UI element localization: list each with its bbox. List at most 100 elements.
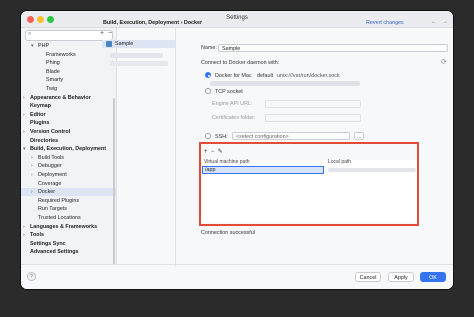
docker-list-item[interactable]: Sample (102, 40, 175, 48)
sidebar-item-label: Editor (30, 111, 46, 118)
add-docker-button[interactable]: + (100, 30, 104, 37)
blurred-list-item (110, 61, 168, 66)
remove-mapping-button[interactable]: − (211, 149, 215, 155)
sidebar-item[interactable]: › Languages & Frameworks (21, 223, 116, 231)
sidebar-item-label: Frameworks (46, 51, 76, 58)
pane-divider[interactable] (175, 28, 176, 266)
docker-for-mac-radio[interactable] (205, 72, 211, 78)
vm-path-column-header[interactable]: Virtual machine path (204, 159, 250, 165)
breadcrumb: Build, Execution, Deployment › Docker (103, 20, 202, 26)
blurred-list-item (110, 53, 163, 58)
refresh-icon[interactable]: ⟳ (441, 58, 447, 66)
sidebar-item-label: Trusted Locations (38, 215, 81, 221)
sidebar-item[interactable]: Settings Sync (21, 240, 116, 248)
cancel-button[interactable]: Cancel (355, 272, 381, 282)
chevron-right-icon[interactable]: › (23, 94, 29, 102)
sidebar-item-label: Debugger (38, 163, 62, 170)
edit-mapping-icon[interactable]: ✎ (218, 149, 223, 155)
sidebar-item[interactable]: Frameworks (21, 51, 116, 59)
sidebar-item-label: Advanced Settings (30, 249, 79, 256)
sidebar-item-label: Deployment (38, 172, 67, 178)
chevron-right-icon[interactable]: › (31, 154, 37, 162)
chevron-right-icon[interactable]: › (31, 162, 37, 170)
back-arrow-icon[interactable]: ← (431, 19, 437, 25)
sidebar-item[interactable]: Run Targets (21, 205, 116, 213)
sidebar-item[interactable]: Twig (21, 85, 116, 93)
certificates-folder-field (265, 114, 361, 122)
tcp-socket-label: TCP socket (215, 89, 243, 95)
sidebar-item[interactable]: Required Plugins (21, 197, 116, 205)
chevron-right-icon[interactable]: › (23, 231, 29, 239)
remove-docker-button[interactable]: − (108, 30, 112, 37)
chevron-right-icon[interactable]: › (31, 171, 37, 179)
help-button[interactable]: ? (27, 272, 36, 281)
sidebar-item[interactable]: › Deployment (21, 171, 116, 179)
docker-icon (106, 41, 112, 47)
sidebar-item-label: Keymap (30, 103, 51, 110)
sidebar-item-label: Twig (46, 86, 58, 92)
sidebar-item[interactable]: › Version Control (21, 128, 116, 136)
sidebar-item-label: Coverage (38, 180, 62, 187)
breadcrumb-separator: › (180, 20, 183, 26)
local-path-cell[interactable] (328, 168, 416, 172)
sidebar-item[interactable]: › Tools (21, 231, 116, 239)
add-mapping-button[interactable]: + (204, 149, 208, 155)
sidebar-item[interactable]: Smarty (21, 76, 116, 84)
sidebar-item[interactable]: Keymap (21, 102, 116, 110)
sidebar-scrollbar[interactable] (113, 98, 115, 265)
ssh-radio[interactable] (205, 133, 211, 139)
sidebar-item[interactable]: Phing (21, 59, 116, 67)
ssh-label: SSH: (215, 134, 228, 140)
chevron-right-icon[interactable]: › (23, 223, 29, 231)
local-path-column-header[interactable]: Local path (328, 159, 351, 165)
sidebar-item[interactable]: Trusted Locations (21, 214, 116, 222)
search-icon: ⌕ (28, 31, 32, 37)
chevron-down-icon[interactable]: ▾ (31, 42, 37, 50)
connect-label: Connect to Docker daemon with: (201, 60, 280, 66)
sidebar-item[interactable]: › Docker (21, 188, 116, 197)
sidebar-item-label: Docker (38, 189, 56, 196)
apply-button[interactable]: Apply (388, 272, 414, 282)
forward-arrow-icon[interactable]: → (442, 19, 448, 25)
connection-status: Connection successful (201, 230, 255, 236)
sidebar-item[interactable]: Advanced Settings (21, 248, 116, 256)
ok-button[interactable]: OK (420, 272, 446, 282)
sidebar-item-label: Blade (46, 68, 60, 75)
breadcrumb-current: Docker (183, 20, 203, 26)
sidebar-item-label: Smarty (46, 77, 64, 84)
ssh-browse-button[interactable]: ... (354, 132, 364, 140)
sidebar-item-label: Build, Execution, Deployment (30, 146, 107, 153)
sidebar-item[interactable]: Coverage (21, 180, 116, 188)
sidebar-item-label: Version Control (30, 129, 71, 135)
sidebar-item-label: Tools (30, 232, 44, 239)
chevron-down-icon[interactable]: ▾ (23, 145, 29, 153)
chevron-right-icon[interactable]: › (31, 188, 37, 196)
engine-api-label: Engine API URL: (212, 101, 253, 107)
tcp-socket-radio[interactable] (205, 88, 211, 94)
dialog-footer: ? Cancel Apply OK (21, 264, 453, 289)
chevron-right-icon[interactable]: › (23, 111, 29, 119)
sidebar-item[interactable]: Plugins (21, 119, 116, 127)
vm-path-cell[interactable]: /app (202, 166, 324, 174)
ssh-configuration-select[interactable]: <select configuration> (232, 132, 350, 140)
revert-changes-link[interactable]: Revert changes (366, 20, 404, 26)
sidebar-item-label: Build Tools (38, 154, 64, 161)
sidebar-item-label: Directories (30, 137, 59, 144)
sidebar-item[interactable]: ▾ Build, Execution, Deployment (21, 145, 116, 153)
engine-api-field (265, 100, 361, 108)
sidebar-item[interactable]: Directories (21, 137, 116, 145)
sidebar-item-label: Appearance & Behavior (30, 94, 91, 101)
sidebar-item[interactable]: › Build Tools (21, 154, 116, 162)
sidebar-item[interactable]: › Debugger (21, 162, 116, 170)
sidebar-item[interactable]: › Appearance & Behavior (21, 94, 116, 102)
name-field[interactable]: Sample (218, 44, 448, 52)
docker-for-mac-label: Docker for Mac (215, 73, 252, 79)
certificates-folder-label: Certificates folder: (212, 115, 256, 121)
path-mappings-toolbar: + − ✎ (204, 148, 223, 155)
sidebar-item[interactable]: › Editor (21, 111, 116, 119)
sidebar-item[interactable]: Blade (21, 68, 116, 76)
chevron-right-icon[interactable]: › (23, 128, 29, 136)
settings-sidebar: ⌕ ▾ PHP Frameworks Phing Blade Smarty Twig › App… (21, 28, 117, 265)
breadcrumb-parent[interactable]: Build, Execution, Deployment (103, 20, 179, 26)
blurred-text (210, 81, 360, 86)
